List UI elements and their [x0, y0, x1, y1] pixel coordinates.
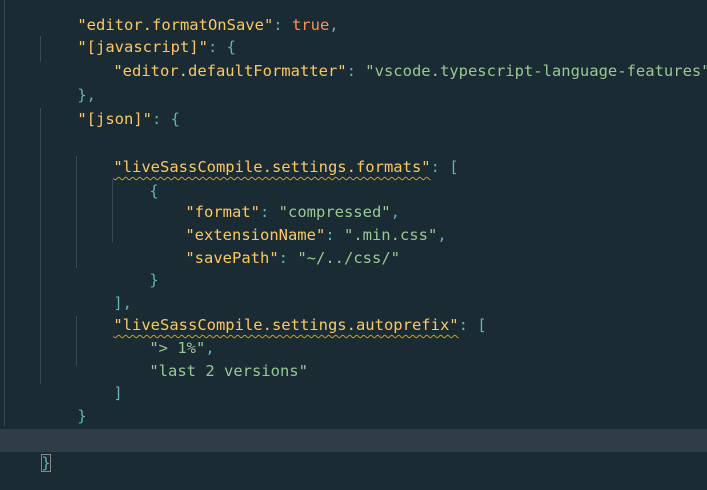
code-line[interactable]: },	[0, 61, 707, 104]
code-line[interactable]: {	[0, 157, 707, 200]
code-line[interactable]: "last 2 versions"	[0, 337, 707, 380]
code-line[interactable]: "liveSassCompile.settings.formats": [	[0, 133, 707, 176]
code-line[interactable]: "[javascript]": {	[0, 13, 707, 56]
code-line[interactable]: "editor.formatOnSave": true,	[0, 0, 707, 34]
code-line[interactable]: ],	[0, 269, 707, 312]
code-line[interactable]: }	[0, 246, 707, 289]
code-line-empty[interactable]	[0, 405, 707, 428]
code-line[interactable]: "savePath": "~/../css/"	[0, 224, 707, 267]
matched-bracket: }	[41, 454, 51, 472]
code-line[interactable]: }	[0, 382, 707, 425]
code-line[interactable]: "editor.defaultFormatter": "vscode.types…	[0, 37, 707, 80]
code-line-empty[interactable]	[0, 109, 707, 132]
code-line[interactable]: "extensionName": ".min.css",	[0, 201, 707, 244]
code-editor[interactable]: "editor.formatOnSave": true, "[javascrip…	[0, 0, 707, 490]
code-line[interactable]: "> 1%",	[0, 314, 707, 357]
code-line[interactable]: "[json]": {	[0, 85, 707, 128]
code-line[interactable]: ]	[0, 359, 707, 402]
current-code-line[interactable]: }	[0, 429, 707, 472]
code-line[interactable]: "liveSassCompile.settings.autoprefix": [	[0, 291, 707, 334]
code-line[interactable]: "format": "compressed",	[0, 178, 707, 221]
